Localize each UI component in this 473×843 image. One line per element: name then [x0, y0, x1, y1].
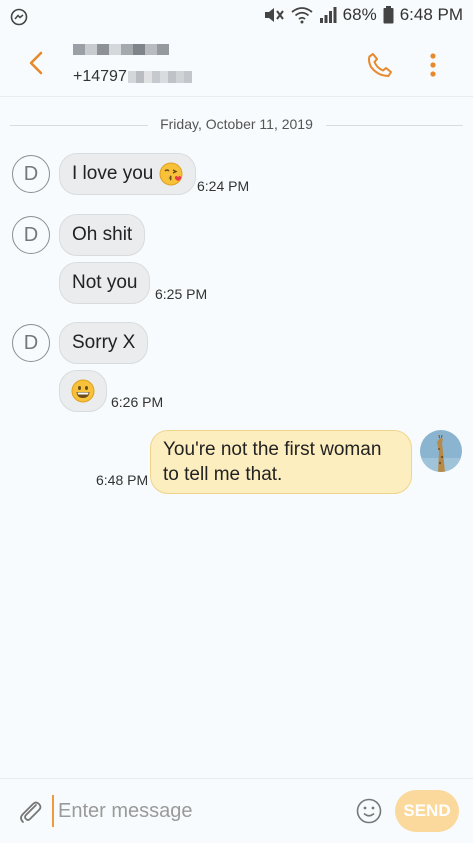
messenger-icon	[10, 8, 28, 31]
contact-avatar[interactable]: D	[12, 155, 50, 193]
message-text: I love you	[72, 163, 154, 184]
message-text: You're not the first woman to tell me th…	[163, 439, 382, 485]
battery-icon	[383, 6, 394, 24]
kiss-emoji-icon	[159, 162, 183, 186]
message-time: 6:48 PM	[96, 472, 149, 488]
message-bubble-outgoing[interactable]: You're not the first woman to tell me th…	[150, 430, 412, 494]
contact-name-redacted	[73, 44, 169, 55]
message-text: Not you	[72, 272, 138, 293]
phone-icon[interactable]	[366, 51, 394, 79]
paperclip-icon[interactable]	[16, 797, 44, 825]
status-bar: 68% 6:48 PM	[0, 0, 473, 34]
contact-avatar[interactable]: D	[12, 216, 50, 254]
clock: 6:48 PM	[399, 5, 463, 24]
message-bubble-incoming[interactable]: Oh shit	[59, 214, 146, 256]
emoji-picker-icon[interactable]	[356, 798, 382, 824]
battery-percent: 68%	[342, 5, 377, 24]
signal-icon	[319, 6, 337, 24]
message-text: Oh shit	[72, 224, 133, 245]
wifi-icon	[291, 6, 313, 24]
message-time: 6:25 PM	[155, 286, 208, 302]
message-bubble-incoming[interactable]: Not you	[59, 262, 151, 304]
more-vert-icon[interactable]	[424, 51, 442, 79]
message-bubble-incoming[interactable]: I love you	[59, 153, 197, 195]
contact-number: +14797	[73, 68, 192, 86]
date-label: Friday, October 11, 2019	[160, 116, 313, 132]
back-arrow-icon[interactable]	[22, 48, 52, 78]
message-time: 6:26 PM	[111, 394, 164, 410]
my-avatar[interactable]	[420, 430, 462, 472]
message-composer: SEND	[0, 778, 473, 843]
send-button[interactable]: SEND	[395, 790, 459, 832]
divider-line	[326, 125, 463, 126]
contact-avatar[interactable]: D	[12, 324, 50, 362]
message-text: Sorry X	[72, 332, 136, 353]
message-input[interactable]	[52, 795, 348, 827]
message-bubble-incoming[interactable]	[59, 370, 107, 412]
conversation-header: +14797	[0, 34, 473, 97]
number-redacted	[127, 71, 192, 83]
message-bubble-incoming[interactable]: Sorry X	[59, 322, 149, 364]
mute-icon	[263, 6, 285, 24]
message-time: 6:24 PM	[197, 178, 250, 194]
grin-emoji-icon	[71, 379, 95, 403]
date-divider: Friday, October 11, 2019	[0, 114, 473, 136]
